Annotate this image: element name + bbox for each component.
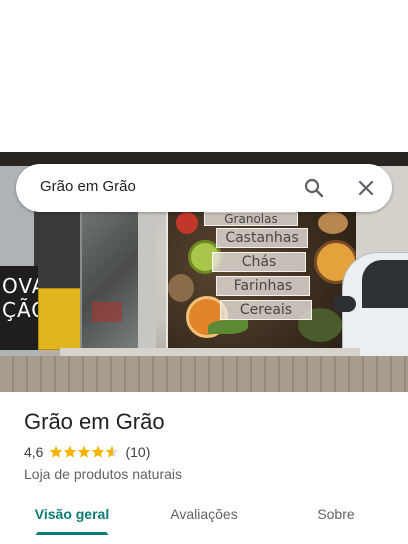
nuts-graphic: [168, 274, 194, 302]
star-icon: [106, 445, 119, 458]
rating-row[interactable]: 4,6 (10): [24, 442, 150, 462]
star-icon: [64, 445, 77, 458]
place-tabs: Visão geral Avaliações Sobre: [0, 496, 408, 540]
car-window: [362, 260, 408, 308]
chalkboard-sign: OVA ÇÃO: [0, 266, 38, 350]
yellow-bin: [38, 288, 82, 350]
star-icon: [92, 445, 105, 458]
star-icon: [50, 445, 63, 458]
mural-label: Granolas: [204, 212, 298, 226]
place-title: Grão em Grão: [24, 409, 165, 434]
glass-door: [80, 210, 140, 350]
leaf-graphic: [208, 320, 248, 334]
storefront-mural: Granolas Castanhas Chás Farinhas Cereais: [166, 210, 360, 352]
review-count[interactable]: (10): [125, 442, 150, 462]
tab-about[interactable]: Sobre: [300, 496, 372, 532]
active-tab-indicator: [36, 532, 108, 535]
bowl-graphic: [318, 212, 348, 234]
tab-overview[interactable]: Visão geral: [24, 496, 120, 532]
tomato-graphic: [176, 212, 198, 234]
rating-stars: [49, 445, 119, 459]
top-blank-area: [0, 0, 408, 152]
star-icon: [78, 445, 91, 458]
mural-label: Chás: [212, 252, 306, 272]
chalkboard-text: OVA ÇÃO: [2, 274, 38, 322]
sidewalk: [0, 356, 408, 392]
door-reflection: [92, 302, 122, 322]
close-icon[interactable]: [354, 176, 378, 200]
place-category: Loja de produtos naturais: [24, 466, 182, 482]
tab-reviews[interactable]: Avaliações: [156, 496, 252, 532]
rating-value: 4,6: [24, 444, 44, 460]
mural-label: Cereais: [220, 300, 312, 320]
search-input[interactable]: Grão em Grão: [40, 164, 136, 212]
mural-label: Farinhas: [216, 276, 310, 296]
search-bar[interactable]: Grão em Grão: [16, 164, 392, 212]
search-icon[interactable]: [302, 176, 326, 200]
mural-label: Castanhas: [216, 228, 308, 248]
car-mirror: [334, 296, 356, 312]
